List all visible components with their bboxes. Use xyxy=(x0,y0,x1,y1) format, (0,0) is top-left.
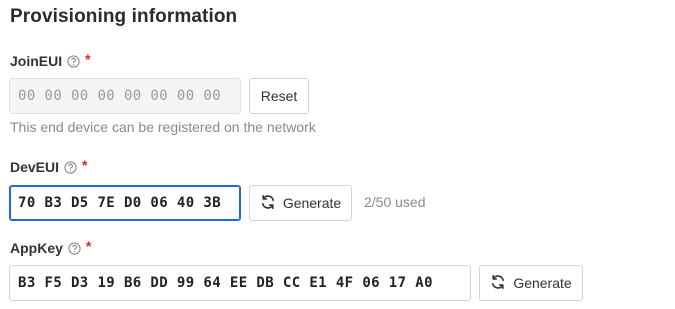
dev-eui-input[interactable]: 70 B3 D5 7E D0 06 40 3B xyxy=(9,185,241,221)
refresh-icon xyxy=(260,194,276,213)
reset-button-label: Reset xyxy=(260,88,298,104)
join-eui-label: JoinEUI xyxy=(10,53,63,69)
generate-button-label: Generate xyxy=(282,195,342,211)
join-eui-description: This end device can be registered on the… xyxy=(10,119,316,135)
help-icon[interactable] xyxy=(67,54,80,68)
dev-eui-label: DevEUI xyxy=(10,159,60,175)
dev-eui-usage: 2/50 used xyxy=(364,194,426,210)
reset-button[interactable]: Reset xyxy=(249,78,309,114)
generate-button-label: Generate xyxy=(513,275,572,291)
join-eui-label-row: JoinEUI * xyxy=(10,51,91,69)
help-icon[interactable] xyxy=(68,241,81,255)
required-marker: * xyxy=(85,238,92,254)
required-marker: * xyxy=(85,51,91,67)
dev-eui-label-row: DevEUI * xyxy=(10,157,88,175)
dev-eui-generate-button[interactable]: Generate xyxy=(249,185,352,221)
section-title: Provisioning information xyxy=(10,6,238,27)
join-eui-input[interactable]: 00 00 00 00 00 00 00 00 xyxy=(9,78,241,114)
help-icon[interactable] xyxy=(64,160,77,174)
required-marker: * xyxy=(82,157,88,173)
refresh-icon xyxy=(490,274,506,293)
app-key-label: AppKey xyxy=(10,240,63,256)
app-key-generate-button[interactable]: Generate xyxy=(479,265,583,301)
app-key-label-row: AppKey * xyxy=(10,238,92,256)
app-key-input[interactable]: B3 F5 D3 19 B6 DD 99 64 EE DB CC E1 4F 0… xyxy=(9,265,471,301)
